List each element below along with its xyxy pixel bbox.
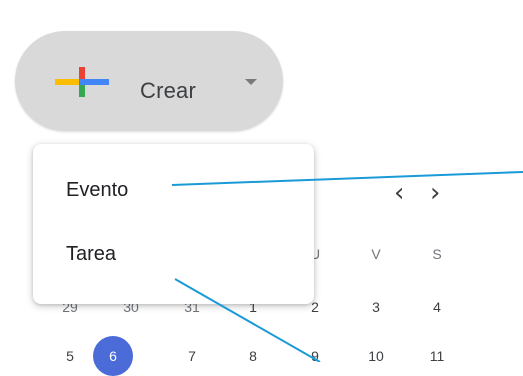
weekday-header: S	[432, 246, 442, 262]
menu-item-tarea[interactable]: Tarea	[33, 229, 314, 279]
menu-item-label: Tarea	[66, 242, 117, 265]
menu-item-label: Evento	[66, 178, 129, 201]
create-button[interactable]: Crear	[15, 31, 283, 131]
chevron-right-icon[interactable]: ›	[430, 180, 440, 206]
weekday-header: V	[371, 246, 381, 262]
create-label: Crear	[140, 78, 197, 103]
create-menu: Evento Tarea	[33, 144, 314, 304]
multicolor-plus-icon	[55, 67, 109, 97]
calendar-day[interactable]: 4	[417, 299, 457, 315]
calendar-day[interactable]: 3	[356, 299, 396, 315]
chevron-left-icon[interactable]: ‹	[394, 180, 404, 206]
menu-item-evento[interactable]: Evento	[33, 165, 314, 215]
caret-down-icon[interactable]	[244, 75, 258, 89]
